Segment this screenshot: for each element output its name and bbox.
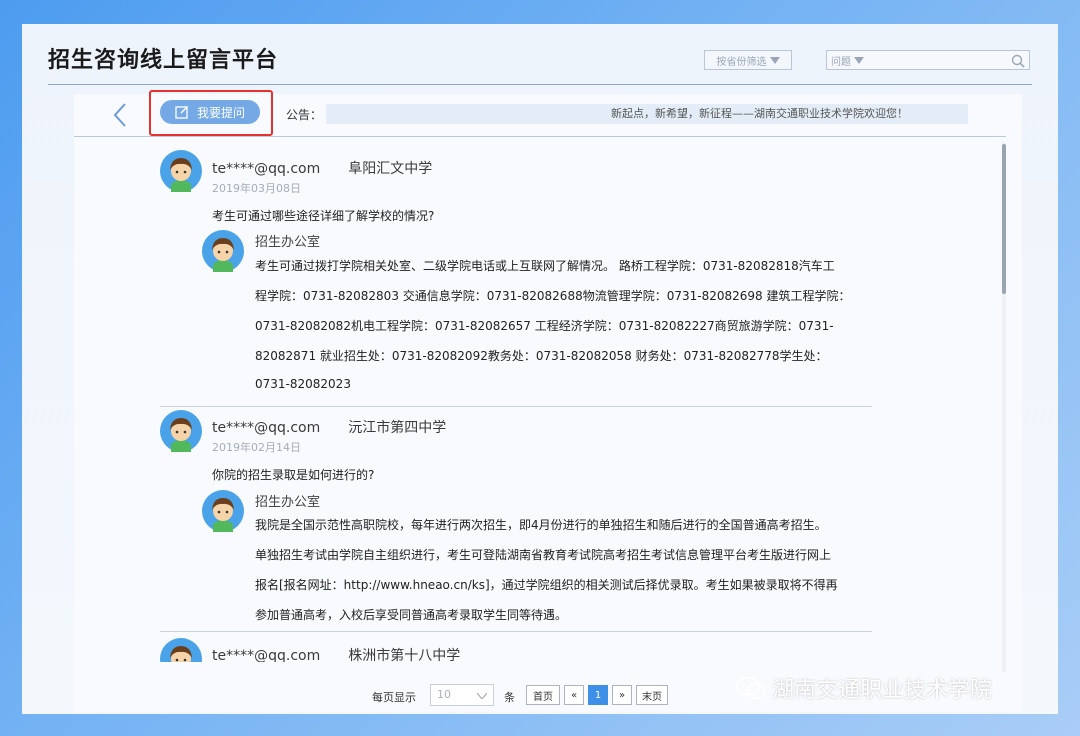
reply-line: 报名[报名网址：http://www.hneao.cn/ks]，通过学院组织的相…: [255, 578, 838, 592]
per-page-label: 每页显示: [372, 691, 416, 704]
reply-line: 参加普通高考，入校后享受同普通高考录取学生同等待遇。: [255, 608, 568, 622]
question-user: te****@qq.com 沅江市第四中学: [212, 417, 446, 437]
watermark-text: 湖南交通职业技术学院: [772, 678, 993, 703]
reply-line: 0731-82082023: [255, 377, 351, 391]
header-divider: [48, 84, 1032, 85]
chevron-down-icon: [854, 56, 864, 64]
user-avatar: [160, 638, 202, 662]
reply-name: 招生办公室: [255, 495, 321, 510]
user-school: 阜阳汇文中学: [348, 161, 433, 177]
province-filter-select[interactable]: 按省份筛选: [704, 50, 792, 70]
ask-question-button[interactable]: 我要提问: [160, 100, 260, 124]
main-panel: 招生咨询线上留言平台 按省份筛选 问题 我要提问 公告： 新起点，新希望，新征程…: [22, 24, 1058, 714]
user-avatar: [160, 410, 202, 452]
reply-name: 招生办公室: [255, 235, 321, 250]
question-date: 2019年03月08日: [212, 182, 301, 195]
reply-line: 我院是全国示范性高职院校，每年进行两次招生，即4月份进行的单独招生和随后进行的全…: [255, 518, 827, 532]
page-button-current[interactable]: 1: [588, 685, 608, 705]
ask-question-label: 我要提问: [196, 105, 245, 120]
user-email: te****@qq.com: [212, 420, 321, 436]
toolbar-divider: [74, 136, 1006, 137]
question-user: te****@qq.com 阜阳汇文中学: [212, 158, 432, 178]
edit-icon: [175, 106, 188, 119]
user-avatar: [160, 150, 202, 192]
reply-line: 考生可通过拨打学院相关处室、二级学院电话或上互联网了解情况。 路桥工程学院：07…: [255, 259, 835, 273]
search-type-label: 问题: [831, 56, 851, 68]
chevron-down-icon: [477, 693, 487, 699]
next-page-button[interactable]: »: [612, 685, 632, 705]
back-chevron-icon[interactable]: [112, 102, 128, 128]
reply-line: 程学院：0731-82082803 交通信息学院：0731-82082688物流…: [255, 289, 851, 303]
first-page-button[interactable]: 首页: [526, 685, 560, 705]
message-list: te****@qq.com 阜阳汇文中学 2019年03月08日 考生可通过哪些途…: [74, 144, 994, 662]
search-box[interactable]: 问题: [826, 50, 1030, 70]
page-title: 招生咨询线上留言平台: [48, 48, 279, 73]
chevron-down-icon: [769, 56, 780, 64]
user-email: te****@qq.com: [212, 161, 321, 177]
content-area: 我要提问 公告： 新起点，新希望，新征程——湖南交通职业技术学院欢迎您！ te*…: [74, 90, 1022, 712]
office-avatar: [202, 490, 244, 532]
per-page-select[interactable]: 10: [430, 684, 494, 706]
notice-bar: 新起点，新希望，新征程——湖南交通职业技术学院欢迎您！: [326, 104, 968, 124]
entry-divider: [160, 631, 872, 632]
per-page-value: 10: [437, 688, 451, 701]
user-school: 沅江市第四中学: [348, 420, 447, 436]
reply-line: 0731-82082082机电工程学院：0731-82082657 工程经济学院…: [255, 319, 834, 333]
user-school: 株洲市第十八中学: [348, 648, 461, 662]
watermark: 湖南交通职业技术学院: [736, 672, 992, 704]
scrollbar-thumb[interactable]: [1002, 144, 1006, 294]
office-avatar: [202, 230, 244, 272]
user-email: te****@qq.com: [212, 648, 321, 662]
reply-line: 单独招生考试由学院自主组织进行，考生可登陆湖南省教育考试院高考招生考试信息管理平…: [255, 548, 832, 562]
notice-label: 公告：: [286, 108, 323, 122]
entry-divider: [160, 406, 872, 407]
prev-page-button[interactable]: «: [564, 685, 584, 705]
notice-text: 新起点，新希望，新征程——湖南交通职业技术学院欢迎您！: [611, 107, 908, 120]
last-page-button[interactable]: 末页: [636, 685, 668, 705]
province-filter-label: 按省份筛选: [716, 56, 767, 68]
wechat-icon: [736, 676, 766, 699]
question-date: 2019年02月14日: [212, 441, 301, 454]
reply-line: 82082871 就业招生处：0731-82082092教务处：0731-820…: [255, 349, 828, 363]
header: 招生咨询线上留言平台 按省份筛选 问题: [22, 24, 1058, 88]
per-page-unit: 条: [504, 691, 515, 704]
search-icon[interactable]: [1011, 54, 1025, 68]
question-text: 考生可通过哪些途径详细了解学校的情况?: [212, 209, 435, 223]
question-user: te****@qq.com 株洲市第十八中学: [212, 645, 460, 662]
question-text: 你院的招生录取是如何进行的?: [212, 468, 375, 482]
